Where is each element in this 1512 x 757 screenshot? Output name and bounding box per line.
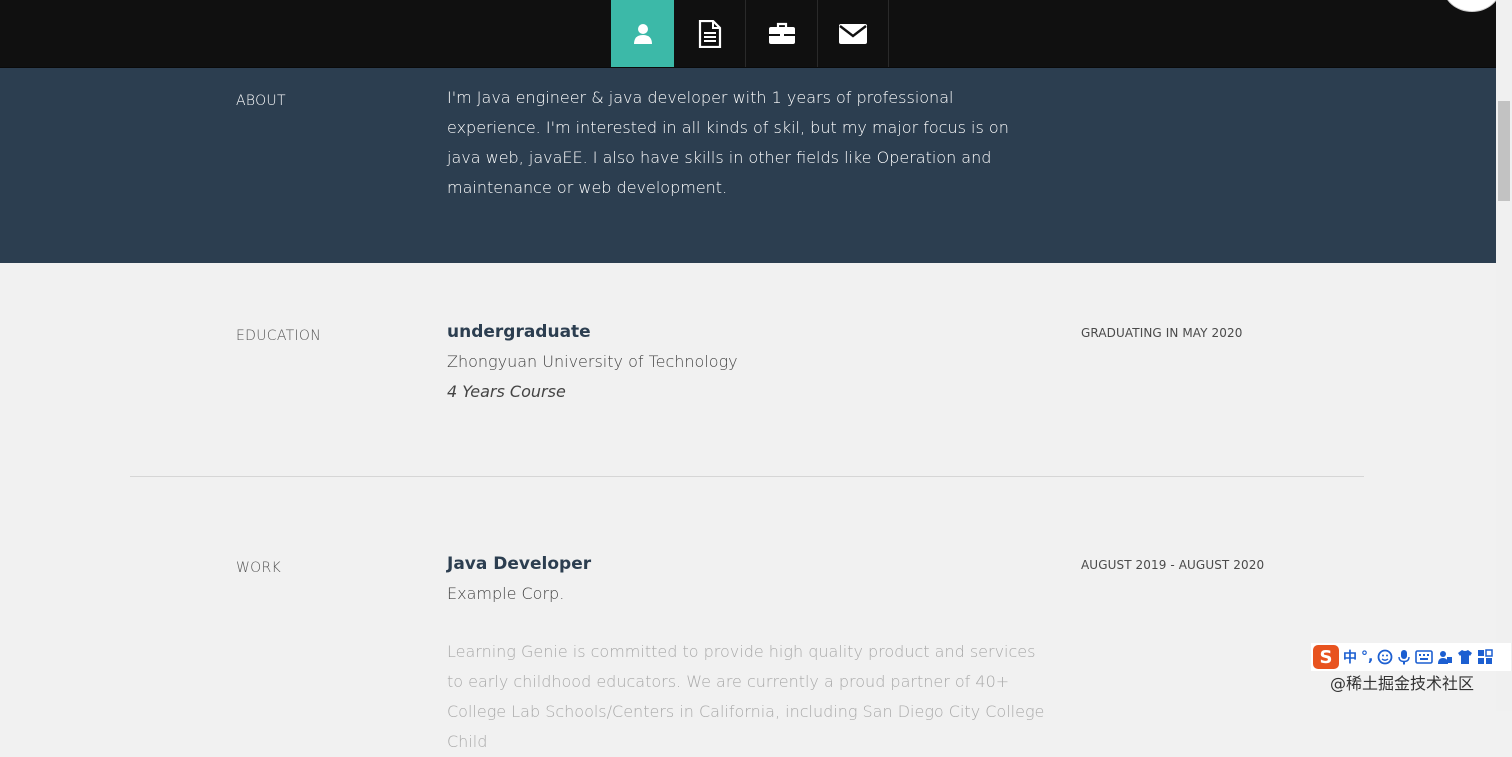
education-course: 4 Years Course: [447, 382, 566, 401]
grid-icon[interactable]: [1477, 649, 1494, 665]
about-label: ABOUT: [236, 93, 286, 109]
nav-portfolio-button[interactable]: [746, 0, 818, 67]
user-icon: [633, 23, 652, 44]
education-school: Zhongyuan University of Technology: [447, 352, 738, 371]
work-company: Example Corp.: [447, 584, 565, 603]
section-divider: [130, 476, 1364, 477]
ime-toolbar: S 中 °,: [1311, 643, 1511, 671]
nav-contact-button[interactable]: [818, 0, 889, 67]
work-label: WORK: [236, 560, 281, 576]
nav-buttons: [611, 0, 889, 67]
microphone-icon[interactable]: [1397, 649, 1411, 665]
nav-resume-button[interactable]: [674, 0, 746, 67]
ime-mode-toggle[interactable]: 中: [1343, 647, 1357, 667]
ime-logo[interactable]: S: [1313, 645, 1339, 669]
about-section: ABOUT I'm Java engineer & java developer…: [0, 68, 1496, 263]
about-text: I'm Java engineer & java developer with …: [447, 88, 1009, 197]
envelope-icon: [839, 23, 867, 44]
watermark: @稀土掘金技术社区: [1330, 674, 1475, 693]
emoji-icon[interactable]: [1377, 649, 1393, 665]
nav-about-button[interactable]: [611, 0, 674, 67]
document-icon: [698, 19, 721, 48]
top-navbar: [0, 0, 1496, 68]
work-date: AUGUST 2019 - AUGUST 2020: [1081, 558, 1265, 572]
briefcase-icon: [768, 22, 795, 44]
keyboard-icon[interactable]: [1415, 650, 1434, 664]
education-label: EDUCATION: [236, 328, 322, 344]
education-title: undergraduate: [447, 322, 591, 342]
shirt-icon[interactable]: [1457, 649, 1473, 665]
education-date: GRADUATING IN MAY 2020: [1081, 326, 1243, 340]
ime-punctuation-toggle[interactable]: °,: [1361, 649, 1373, 665]
work-description: Learning Genie is committed to provide h…: [447, 642, 1045, 751]
user-group-icon[interactable]: [1437, 649, 1453, 665]
work-title: Java Developer: [447, 554, 592, 574]
scrollbar-thumb[interactable]: [1498, 101, 1510, 201]
